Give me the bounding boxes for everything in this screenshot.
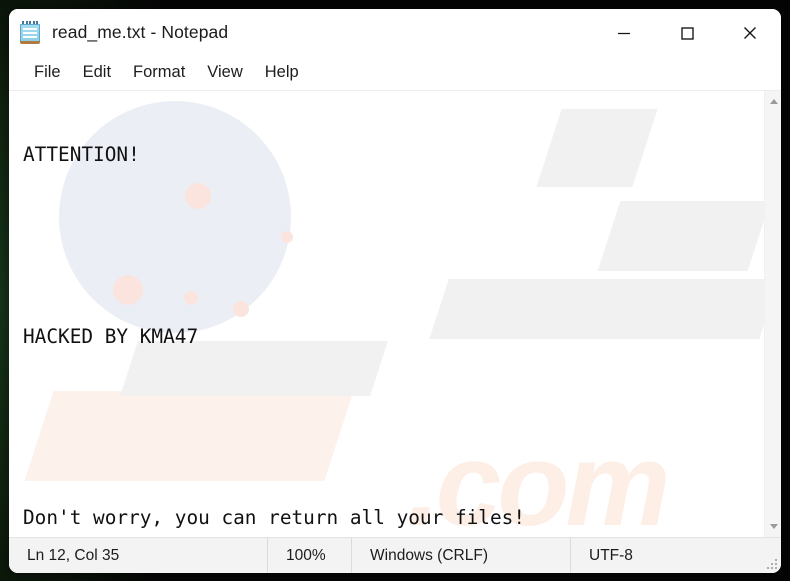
resize-grip-icon[interactable] xyxy=(764,556,777,569)
menu-item-view[interactable]: View xyxy=(196,60,253,86)
notepad-icon xyxy=(19,20,41,45)
scroll-up-button[interactable] xyxy=(765,93,781,110)
title-bar-left: read_me.txt - Notepad xyxy=(9,20,229,45)
close-icon xyxy=(743,26,756,39)
menu-bar: File Edit Format View Help xyxy=(9,56,781,91)
minimize-icon xyxy=(617,32,630,34)
status-cursor-position: Ln 12, Col 35 xyxy=(27,546,120,564)
text-line: HACKED BY KMA47 xyxy=(23,324,199,348)
text-line xyxy=(23,412,764,442)
text-input[interactable]: ATTENTION! HACKED BY KMA47 Don't worry, … xyxy=(9,91,764,537)
status-zoom-level[interactable]: 100% xyxy=(267,538,351,573)
maximize-button[interactable] xyxy=(655,9,718,56)
chevron-down-icon xyxy=(769,524,778,529)
status-line-ending[interactable]: Windows (CRLF) xyxy=(351,538,570,573)
title-bar[interactable]: read_me.txt - Notepad xyxy=(9,9,781,56)
menu-item-file[interactable]: File xyxy=(23,60,72,86)
window-title: read_me.txt - Notepad xyxy=(52,22,229,42)
notepad-window: read_me.txt - Notepad File Edit Format V… xyxy=(9,9,781,573)
window-controls xyxy=(592,9,781,56)
maximize-icon xyxy=(680,26,694,40)
editor-area: .com ATTENTION! HACKED BY KMA47 Don't wo… xyxy=(9,91,781,537)
text-line: Don't worry, you can return all your fil… xyxy=(23,505,525,529)
notepad-icon-base xyxy=(20,40,40,44)
chevron-up-icon xyxy=(769,99,778,104)
scroll-down-button[interactable] xyxy=(765,518,781,535)
status-bar: Ln 12, Col 35 100% Windows (CRLF) UTF-8 xyxy=(9,537,781,573)
close-button[interactable] xyxy=(718,9,781,56)
menu-item-edit[interactable]: Edit xyxy=(72,60,122,86)
status-encoding[interactable]: UTF-8 xyxy=(570,538,781,573)
menu-item-help[interactable]: Help xyxy=(254,60,310,86)
scrollbar-track[interactable] xyxy=(765,110,781,518)
menu-item-format[interactable]: Format xyxy=(122,60,196,86)
text-content: ATTENTION! HACKED BY KMA47 Don't worry, … xyxy=(23,91,764,537)
minimize-button[interactable] xyxy=(592,9,655,56)
vertical-scrollbar[interactable] xyxy=(764,91,781,537)
text-line: ATTENTION! xyxy=(23,143,140,167)
text-line xyxy=(23,231,764,261)
